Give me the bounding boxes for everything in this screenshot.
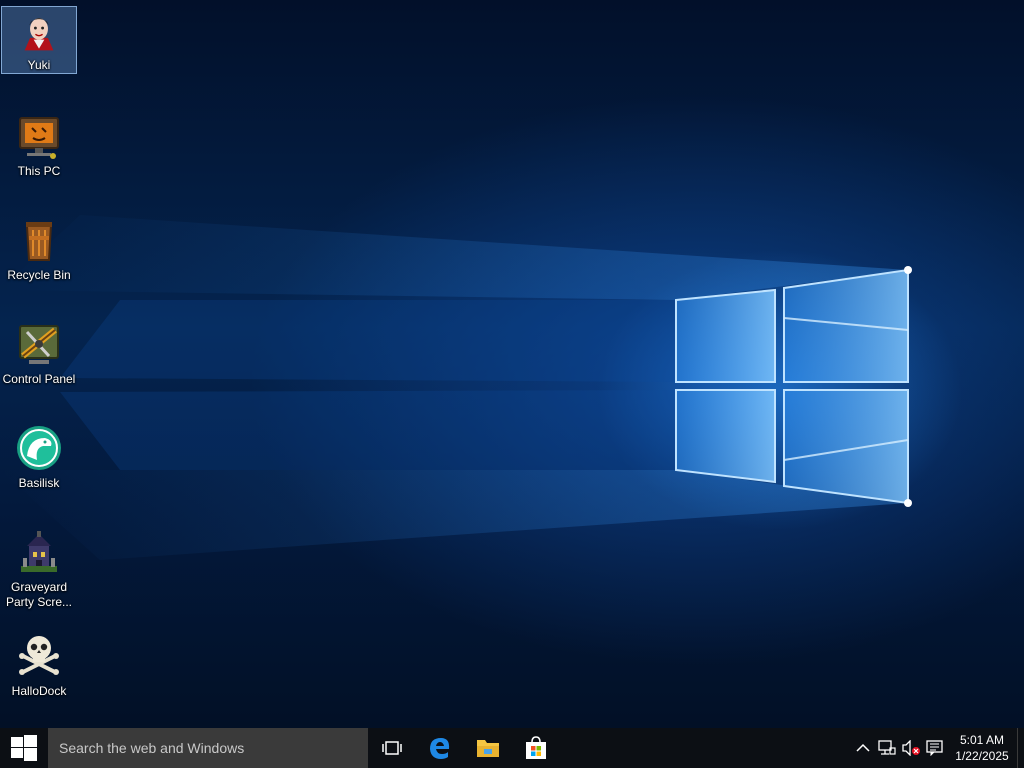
task-view-icon — [382, 741, 402, 755]
label-line-2: Party Scre... — [5, 595, 73, 609]
desktop-icon-control-panel[interactable]: Control Panel — [1, 316, 77, 387]
search-input[interactable]: Search the web and Windows — [48, 728, 368, 768]
control-panel-icon — [19, 325, 59, 364]
show-desktop-button[interactable] — [1017, 728, 1024, 768]
volume-muted-icon — [902, 740, 920, 756]
label-line-1: Graveyard — [10, 580, 68, 594]
desktop[interactable]: Yuki This PC Recycle Bin Control Panel B… — [0, 0, 1024, 728]
action-center-button[interactable] — [923, 728, 947, 768]
system-tray: 5:01 AM 1/22/2025 — [851, 728, 1024, 768]
user-avatar-icon — [24, 18, 54, 51]
haunted-house-icon — [21, 531, 57, 572]
network-icon — [878, 740, 896, 755]
desktop-icon-graveyard-party[interactable]: Graveyard Party Scre... — [1, 524, 77, 610]
desktop-icon-label: Recycle Bin — [7, 268, 71, 282]
taskbar: Search the web and Windows 5:01 AM 1/22/… — [0, 728, 1024, 768]
show-hidden-icons-button[interactable] — [851, 728, 875, 768]
desktop-icon-label: Graveyard Party Scre... — [1, 580, 77, 610]
edge-taskbar-button[interactable] — [416, 728, 464, 768]
clock-date: 1/22/2025 — [955, 749, 1009, 763]
desktop-icon-label: Control Panel — [2, 372, 76, 386]
desktop-icon-label: This PC — [17, 164, 61, 178]
desktop-icon-basilisk[interactable]: Basilisk — [1, 420, 77, 491]
desktop-icon-label: HalloDock — [11, 684, 67, 698]
network-button[interactable] — [875, 728, 899, 768]
chevron-up-icon — [856, 743, 870, 752]
computer-icon — [19, 117, 59, 159]
desktop-icon-label: Basilisk — [18, 476, 60, 490]
edge-browser-icon — [430, 738, 450, 759]
desktop-icon-hallodock[interactable]: HalloDock — [1, 628, 77, 699]
start-button[interactable] — [0, 728, 48, 768]
task-view-button[interactable] — [368, 728, 416, 768]
file-explorer-taskbar-button[interactable] — [464, 728, 512, 768]
clock-time: 5:01 AM — [959, 733, 1005, 747]
store-taskbar-button[interactable] — [512, 728, 560, 768]
folder-icon — [477, 740, 499, 757]
desktop-icon-yuki[interactable]: Yuki — [1, 6, 77, 74]
recycle-bin-icon — [25, 222, 53, 261]
action-center-icon — [926, 740, 943, 756]
clock[interactable]: 5:01 AM 1/22/2025 — [947, 728, 1017, 768]
windows-logo-icon — [11, 735, 37, 761]
desktop-icon-recycle-bin[interactable]: Recycle Bin — [1, 212, 77, 283]
windows-wallpaper — [0, 215, 912, 560]
search-placeholder: Search the web and Windows — [59, 740, 245, 756]
desktop-icon-label: Yuki — [27, 58, 51, 72]
basilisk-browser-icon — [17, 426, 61, 470]
store-bag-icon — [526, 736, 546, 759]
skull-crossbones-icon — [19, 636, 59, 675]
volume-button[interactable] — [899, 728, 923, 768]
desktop-icon-this-pc[interactable]: This PC — [1, 108, 77, 179]
